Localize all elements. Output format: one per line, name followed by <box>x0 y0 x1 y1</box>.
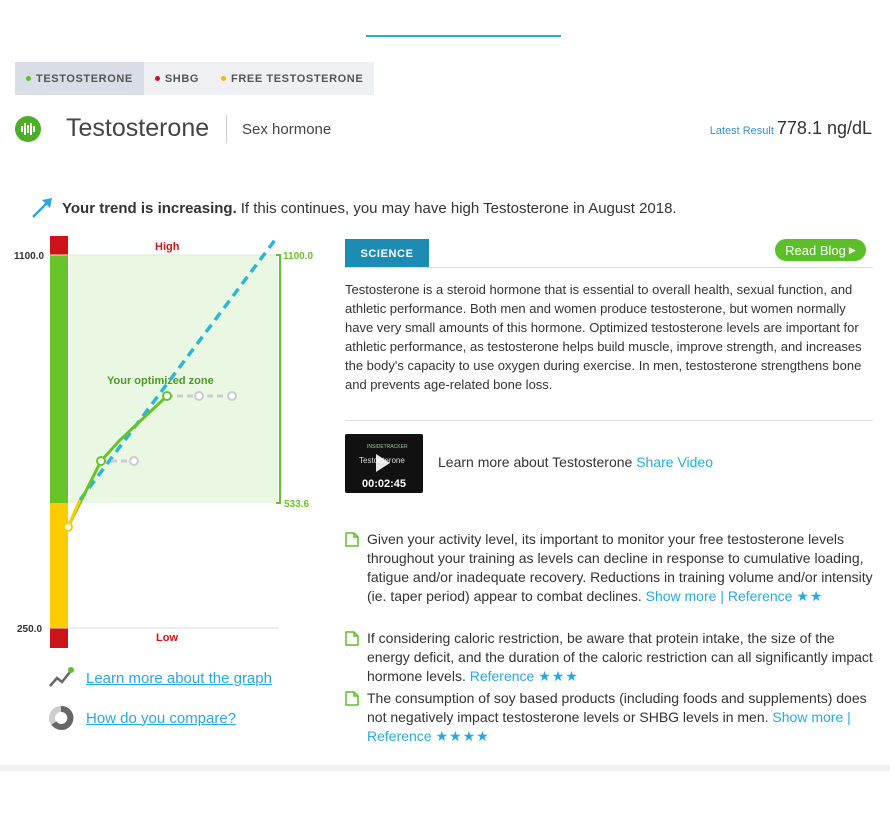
star-rating: ★★★★ <box>435 728 490 744</box>
compare-link[interactable]: How do you compare? <box>86 710 236 727</box>
graph-icon <box>49 667 74 687</box>
reference-link[interactable]: Reference <box>728 588 793 604</box>
separator: | <box>847 709 851 725</box>
tip-body: If considering caloric restriction, be a… <box>367 629 873 686</box>
video-description: Learn more about Testosterone Share Vide… <box>438 454 713 470</box>
range-graph: 1100.0 250.0 High Low Your optimized zon… <box>14 234 313 648</box>
result-point[interactable] <box>96 456 106 466</box>
caret-right-icon: ▶ <box>848 244 856 255</box>
trend-message: Your trend is increasing. If this contin… <box>30 196 677 220</box>
share-video-link[interactable]: Share Video <box>636 454 713 470</box>
top-accent-line <box>366 35 561 37</box>
tab-testosterone[interactable]: TESTOSTERONE <box>15 62 144 95</box>
trend-bold: Your trend is increasing. <box>62 199 237 217</box>
play-icon <box>376 454 390 472</box>
footer-divider <box>0 765 890 771</box>
page-subtitle: Sex hormone <box>242 121 332 138</box>
projection-point[interactable] <box>194 391 204 401</box>
tip-text: If considering caloric restriction, be a… <box>367 630 873 684</box>
latest-result-label: Latest Result <box>709 125 774 137</box>
divider <box>345 420 873 421</box>
star-rating: ★★★ <box>538 668 579 684</box>
document-icon <box>345 691 359 706</box>
tab-label: FREE TESTOSTERONE <box>231 72 364 85</box>
read-blog-label: Read Blog <box>785 242 846 258</box>
latest-result: Latest Result 778.1 ng/dL <box>710 118 872 139</box>
reference-link[interactable]: Reference <box>367 728 432 744</box>
separator: | <box>720 588 724 604</box>
document-icon <box>345 631 359 646</box>
result-point[interactable] <box>63 522 73 532</box>
high-range-bar <box>50 236 68 255</box>
red-dot-icon <box>154 76 160 81</box>
reference-link[interactable]: Reference <box>470 668 535 684</box>
tip-body: The consumption of soy based products (i… <box>367 689 873 746</box>
show-more-link[interactable]: Show more <box>646 588 717 604</box>
read-blog-button[interactable]: Read Blog ▶ <box>775 239 866 261</box>
tab-shbg[interactable]: SHBG <box>144 62 210 95</box>
zone-bottom-label: 533.6 <box>284 499 309 510</box>
low-range-bar <box>50 628 68 648</box>
tab-free-testosterone[interactable]: FREE TESTOSTERONE <box>210 62 374 95</box>
zone-top-label: 1100.0 <box>283 251 313 262</box>
tip-item: Given your activity level, its important… <box>345 530 873 606</box>
yellow-dot-icon <box>221 76 227 81</box>
latest-result-value: 778.1 ng/dL <box>776 118 872 138</box>
tip-item: If considering caloric restriction, be a… <box>345 629 873 686</box>
hormone-icon <box>15 116 41 142</box>
green-dot-icon <box>26 76 31 81</box>
tip-item: The consumption of soy based products (i… <box>345 689 873 746</box>
trend-text: If this continues, you may have high Tes… <box>240 199 677 217</box>
normal-range-bar <box>50 503 68 628</box>
video-desc-text: Learn more about Testosterone <box>438 454 633 470</box>
science-tab-underline <box>345 267 873 268</box>
video-thumbnail[interactable]: INSIDETRACKER Testosterone 00:02:45 <box>345 434 423 493</box>
result-point[interactable] <box>162 391 172 401</box>
tab-label: SHBG <box>164 72 200 85</box>
tab-label: TESTOSTERONE <box>36 72 133 85</box>
video-duration: 00:02:45 <box>361 478 407 490</box>
trend-up-arrow-icon <box>32 198 52 218</box>
low-label: Low <box>156 632 178 644</box>
science-description: Testosterone is a steroid hormone that i… <box>345 282 862 392</box>
learn-graph-row: Learn more about the graph <box>48 666 272 690</box>
biomarker-tabs: TESTOSTERONE SHBG FREE TESTOSTERONE <box>15 62 375 95</box>
tip-body: Given your activity level, its important… <box>367 530 873 606</box>
bottom-value-label: 250.0 <box>17 624 42 635</box>
top-value-label: 1100.0 <box>14 251 44 262</box>
compare-row: How do you compare? <box>48 705 236 731</box>
page-title: Testosterone <box>66 114 210 142</box>
projection-point[interactable] <box>129 456 139 466</box>
zone-label: Your optimized zone <box>107 375 214 387</box>
donut-chart-icon <box>49 706 74 730</box>
star-rating: ★★ <box>796 588 824 604</box>
projection-point[interactable] <box>227 391 237 401</box>
title-divider <box>226 115 227 143</box>
document-icon <box>345 532 359 547</box>
learn-graph-link[interactable]: Learn more about the graph <box>86 670 272 687</box>
video-brand: INSIDETRACKER <box>367 444 408 450</box>
tab-science[interactable]: SCIENCE <box>345 239 429 268</box>
high-label: High <box>155 241 180 253</box>
show-more-link[interactable]: Show more <box>772 709 843 725</box>
